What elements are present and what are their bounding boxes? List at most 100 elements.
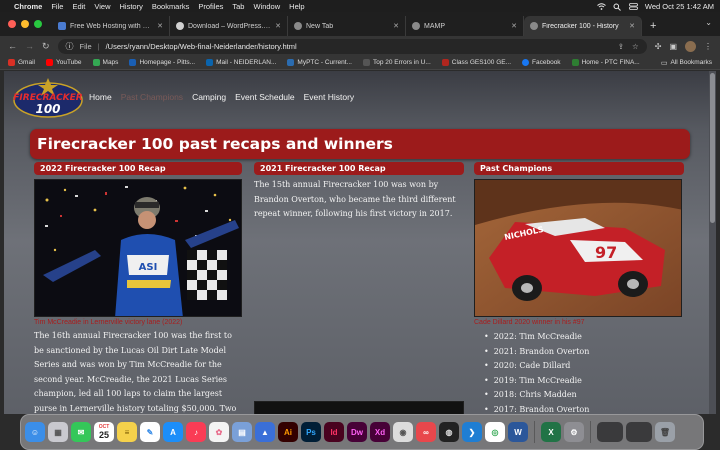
dock-separator: [534, 421, 535, 443]
tab-close-icon[interactable]: ✕: [629, 22, 635, 30]
new-tab-button[interactable]: +: [650, 20, 656, 32]
profile-avatar[interactable]: [685, 40, 696, 52]
dock-xd-icon[interactable]: Xd: [370, 422, 390, 442]
dock-illustrator-icon[interactable]: Ai: [278, 422, 298, 442]
bookmark-star-icon[interactable]: ☆: [632, 42, 639, 51]
tab-close-icon[interactable]: ✕: [511, 22, 517, 30]
nav-event-schedule-link[interactable]: Event Schedule: [235, 92, 295, 102]
dock-recent-window-thumbnail[interactable]: [626, 422, 652, 442]
bookmark-myptc[interactable]: MyPTC - Current...: [287, 59, 352, 66]
tab-firecracker-history[interactable]: Firecracker 100 - History ✕: [524, 16, 642, 36]
victory-lane-photo-graphic: ASI: [35, 180, 241, 316]
menubar-clock[interactable]: Wed Oct 25 1:42 AM: [645, 2, 714, 11]
chrome-menu-icon[interactable]: ⋮: [704, 42, 712, 51]
menu-bookmarks[interactable]: Bookmarks: [152, 2, 190, 11]
dock-keynote-icon[interactable]: ▲: [255, 422, 275, 442]
dock-tableplus-icon[interactable]: ◉: [393, 422, 413, 442]
zoom-window-button[interactable]: [34, 20, 42, 28]
control-center-icon[interactable]: [629, 2, 638, 10]
back-arrow-icon[interactable]: ←: [8, 41, 17, 51]
dock-vscode-icon[interactable]: ❯: [462, 422, 482, 442]
menu-history[interactable]: History: [120, 2, 143, 11]
share-icon[interactable]: ⇪: [618, 42, 624, 51]
youtube-icon: [45, 59, 53, 66]
address-bar[interactable]: ⓘ File | /Users/ryann/Desktop/Web-final-…: [57, 38, 647, 54]
info-icon[interactable]: ⓘ: [66, 41, 74, 52]
reload-icon[interactable]: ↻: [42, 41, 50, 52]
dock-word-icon[interactable]: W: [508, 422, 528, 442]
dock-photoshop-icon[interactable]: Ps: [301, 422, 321, 442]
dock-finder-icon[interactable]: ☺: [25, 422, 45, 442]
bookmark-class-ges100[interactable]: Class GES100 GE...: [441, 59, 511, 66]
dock-chrome-icon[interactable]: ◎: [485, 422, 505, 442]
menu-profiles[interactable]: Profiles: [198, 2, 223, 11]
tab-mamp[interactable]: MAMP ✕: [406, 16, 524, 36]
nav-camping-link[interactable]: Camping: [192, 92, 226, 102]
menu-file[interactable]: File: [51, 2, 63, 11]
menu-tab[interactable]: Tab: [232, 2, 244, 11]
dock-dreamweaver-icon[interactable]: Dw: [347, 422, 367, 442]
close-window-button[interactable]: [8, 20, 16, 28]
menu-edit[interactable]: Edit: [72, 2, 85, 11]
bookmark-pitts-homepage[interactable]: Homepage - Pitts...: [129, 59, 195, 66]
tab-title: Download – WordPress.org: [188, 22, 272, 30]
all-bookmarks-button[interactable]: ▭ All Bookmarks: [661, 59, 712, 67]
nav-home-link[interactable]: Home: [89, 92, 112, 102]
dock-launchpad-icon[interactable]: ▦: [48, 422, 68, 442]
bookmark-facebook[interactable]: Facebook: [522, 59, 561, 66]
tab-wordpress-download[interactable]: Download – WordPress.org ✕: [170, 16, 288, 36]
dock-calendar-icon[interactable]: OCT 25: [94, 422, 114, 442]
menu-window[interactable]: Window: [253, 2, 280, 11]
extensions-puzzle-icon[interactable]: ✣: [655, 42, 662, 51]
bookmark-top-errors[interactable]: Top 20 Errors in U...: [362, 59, 431, 66]
firecracker-100-logo[interactable]: FIRECRACKER 100: [10, 76, 86, 120]
champion-item: 2020: Cade Dillard: [484, 359, 684, 374]
forward-arrow-icon[interactable]: →: [25, 41, 34, 51]
dock-mamp-icon[interactable]: ◍: [439, 422, 459, 442]
bookmark-label: Mail - NEIDERLAN...: [216, 59, 277, 66]
page-scrollbar[interactable]: [709, 71, 716, 414]
dock-excel-icon[interactable]: X: [541, 422, 561, 442]
dock-photos-icon[interactable]: ✿: [209, 422, 229, 442]
url-text[interactable]: /Users/ryann/Desktop/Web-final-Neiderlan…: [106, 42, 297, 51]
tab-close-icon[interactable]: ✕: [157, 22, 163, 30]
menu-view[interactable]: View: [94, 2, 110, 11]
dock-creative-cloud-icon[interactable]: ∞: [416, 422, 436, 442]
bookmark-ptc-home[interactable]: Home - PTC FINA...: [571, 59, 640, 66]
past-champions-column: Past Champions 97 NICHOLS Cade Dillard 2…: [474, 162, 684, 414]
dock-notes-icon[interactable]: ≡: [117, 422, 137, 442]
dock-freeform-icon[interactable]: ✎: [140, 422, 160, 442]
bookmark-label: All Bookmarks: [670, 59, 712, 66]
wifi-icon[interactable]: [597, 2, 606, 10]
tab-close-icon[interactable]: ✕: [275, 22, 281, 30]
tab-byet-hosting[interactable]: Free Web Hosting with Byet H ✕: [52, 16, 170, 36]
bookmark-gmail[interactable]: Gmail: [8, 59, 35, 66]
browser-tab-strip: Free Web Hosting with Byet H ✕ Download …: [0, 12, 720, 36]
minimize-window-button[interactable]: [21, 20, 29, 28]
dock-messages-icon[interactable]: ✉: [71, 422, 91, 442]
tab-close-icon[interactable]: ✕: [393, 22, 399, 30]
dock-trash-icon[interactable]: 🗑: [655, 422, 675, 442]
bookmark-maps[interactable]: Maps: [92, 59, 118, 66]
nav-past-champions-link[interactable]: Past Champions: [121, 92, 183, 102]
dock-settings-icon[interactable]: ⚙: [564, 422, 584, 442]
macos-dock: ☺ ▦ ✉ OCT 25 ≡ ✎ A ♪ ✿ ▤ ▲ Ai Ps Id Dw X…: [20, 414, 704, 450]
dock-appstore-icon[interactable]: A: [163, 422, 183, 442]
tab-search-chevron-icon[interactable]: ⌄: [705, 18, 712, 27]
dock-indesign-icon[interactable]: Id: [324, 422, 344, 442]
dock-recent-window-thumbnail[interactable]: [597, 422, 623, 442]
menu-help[interactable]: Help: [289, 2, 304, 11]
nav-event-history-link[interactable]: Event History: [304, 92, 355, 102]
scrollbar-thumb[interactable]: [710, 73, 715, 223]
dock-preview-icon[interactable]: ▤: [232, 422, 252, 442]
tab-new-tab[interactable]: New Tab ✕: [288, 16, 406, 36]
bookmark-youtube[interactable]: YouTube: [45, 59, 82, 66]
dock-music-icon[interactable]: ♪: [186, 422, 206, 442]
side-panel-icon[interactable]: ▣: [669, 42, 677, 51]
search-icon[interactable]: [613, 3, 622, 11]
site-nav-links: Home Past Champions Camping Event Schedu…: [89, 92, 354, 102]
champion-item: 2018: Chris Madden: [484, 388, 684, 403]
menu-app-name[interactable]: Chrome: [14, 2, 42, 11]
recap-2021-column: 2021 Firecracker 100 Recap The 15th annu…: [254, 162, 464, 222]
bookmark-mail[interactable]: Mail - NEIDERLAN...: [206, 59, 276, 66]
